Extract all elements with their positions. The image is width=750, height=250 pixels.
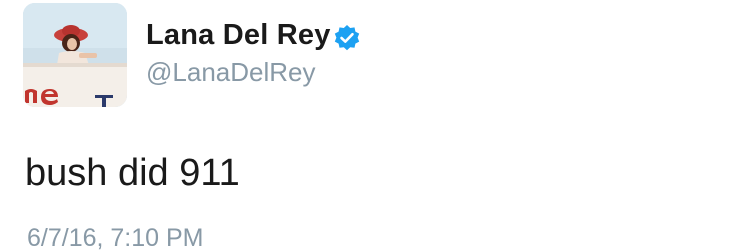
tweet-text: bush did 911 <box>25 152 240 194</box>
tweet-card: Lana Del Rey @LanaDelRey bush did 911 6/… <box>0 0 750 250</box>
avatar[interactable] <box>23 3 127 107</box>
tweet-timestamp[interactable]: 6/7/16, 7:10 PM <box>27 224 204 250</box>
user-handle[interactable]: @LanaDelRey <box>146 57 315 88</box>
verified-badge-icon <box>333 24 361 52</box>
avatar-photo <box>23 3 127 107</box>
display-name[interactable]: Lana Del Rey <box>146 19 331 52</box>
